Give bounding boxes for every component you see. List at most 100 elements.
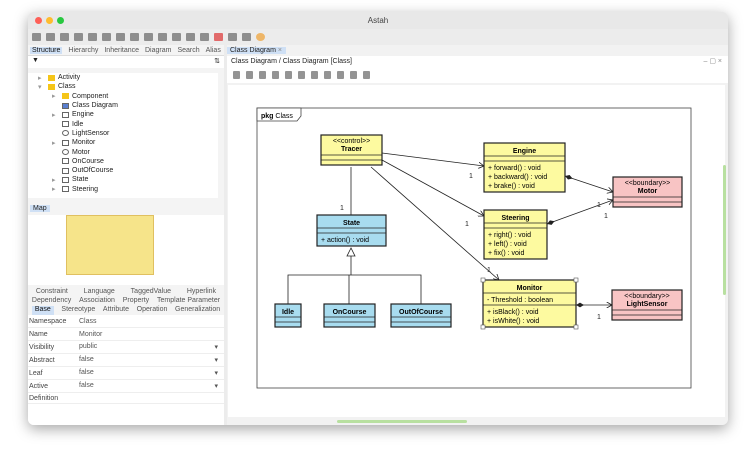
tree-item[interactable]: ▸ Steering	[28, 185, 218, 194]
prop-tab[interactable]: TaggedValue	[131, 288, 171, 297]
package-tool-icon[interactable]	[259, 71, 266, 79]
open-icon[interactable]	[46, 32, 55, 41]
abstract-select[interactable]: false ▾	[76, 356, 224, 364]
class-monitor[interactable]: Monitor - Threshold : boolean + isBlack() …	[480, 277, 579, 330]
image-tool-icon[interactable]	[350, 71, 357, 79]
align-tool-icon[interactable]	[363, 71, 370, 79]
undo-icon[interactable]	[74, 32, 83, 41]
interface-tool-icon[interactable]	[311, 71, 318, 79]
leaf-select[interactable]: false ▾	[76, 369, 224, 377]
expander-icon[interactable]: ▸	[52, 111, 59, 119]
prop-tab[interactable]: Constraint	[36, 288, 68, 297]
expander-icon[interactable]: ▸	[52, 176, 59, 184]
tree-item[interactable]: ▸ State	[28, 175, 218, 184]
name-field[interactable]: Monitor	[76, 331, 224, 338]
forward-icon[interactable]	[158, 32, 167, 41]
assoc-tracer-monitor[interactable]	[370, 166, 499, 280]
prop-tab[interactable]: Operation	[137, 306, 168, 315]
assoc-tracer-engine[interactable]	[381, 152, 484, 166]
class-motor[interactable]: <<boundary>>Motor	[612, 176, 683, 208]
layout-icon[interactable]	[186, 32, 195, 41]
map-viewport[interactable]	[66, 215, 154, 275]
sort-icon[interactable]: ⇅	[214, 57, 220, 65]
comp-engine-motor[interactable]	[564, 176, 613, 192]
tab-search[interactable]: Search	[177, 47, 199, 54]
tree-item[interactable]: ▸ Engine	[28, 110, 218, 119]
class-state[interactable]: State + action() : void	[316, 214, 387, 247]
prop-tab[interactable]: Hyperlink	[187, 288, 216, 297]
prop-tab[interactable]: Association	[79, 297, 115, 306]
definition-field[interactable]	[28, 404, 224, 425]
back-icon[interactable]	[144, 32, 153, 41]
tab-class-diagram[interactable]: Class Diagram ×	[227, 47, 286, 54]
tab-diagram[interactable]: Diagram	[145, 47, 171, 54]
expander-icon[interactable]: ▾	[38, 83, 45, 91]
prop-tab[interactable]: Base	[31, 306, 54, 315]
prop-tab[interactable]: Language	[84, 288, 115, 297]
zoom-fit-icon[interactable]	[130, 32, 139, 41]
class-tracer[interactable]: <<control>>Tracer	[320, 134, 383, 166]
active-select[interactable]: false ▾	[76, 382, 224, 390]
tree-item[interactable]: ▸ Component	[28, 92, 218, 101]
class-steering[interactable]: Steering + right() : void + left() : void +…	[483, 209, 548, 260]
tree-item[interactable]: ▸ Activity	[28, 73, 218, 82]
class-engine[interactable]: Engine + forward() : void + backward() : v…	[483, 142, 566, 193]
prop-tab[interactable]: Stereotype	[61, 306, 95, 315]
generalization-tool-icon[interactable]	[285, 71, 292, 79]
generalization-lines[interactable]	[287, 256, 422, 304]
class-outofcourse[interactable]: OutOfCourse	[390, 303, 452, 328]
diagram-canvas[interactable]: pkg Class 1 1 1 1 1 1 1 <<control>> Trace…	[228, 85, 725, 417]
class-oncourse[interactable]: OnCourse	[323, 303, 376, 328]
tree-item[interactable]: ▾ Class	[28, 82, 218, 91]
tree-item[interactable]: Class Diagram	[28, 101, 218, 110]
comp-steering-motor[interactable]	[546, 200, 613, 224]
class-tool-icon[interactable]	[246, 71, 253, 79]
window-controls[interactable]: – ▢ ×	[704, 56, 722, 67]
font-color-icon[interactable]	[214, 32, 223, 41]
class-idle[interactable]: Idle	[274, 303, 302, 328]
font-icon[interactable]	[228, 32, 237, 41]
dependency-tool-icon[interactable]	[298, 71, 305, 79]
expander-icon[interactable]: ▸	[38, 74, 45, 82]
diagram-map[interactable]	[28, 215, 224, 285]
close-window-button[interactable]	[35, 17, 42, 24]
prop-tab[interactable]: Attribute	[103, 306, 129, 315]
text-tool-icon[interactable]	[337, 71, 344, 79]
close-tab-icon[interactable]: ×	[278, 47, 282, 54]
prop-tab[interactable]: Template Parameter	[157, 297, 220, 306]
tab-structure[interactable]: Structure	[30, 46, 63, 54]
zoom-out-icon[interactable]	[116, 32, 125, 41]
horizontal-scrollbar[interactable]	[337, 420, 467, 423]
tree-item[interactable]: ▸ Monitor	[28, 138, 218, 147]
expander-icon[interactable]: ▸	[52, 185, 59, 193]
new-icon[interactable]	[32, 32, 41, 41]
assoc-tracer-steering[interactable]	[381, 159, 484, 216]
zoom-window-button[interactable]	[57, 17, 64, 24]
prop-tab[interactable]: Generalization	[175, 306, 220, 315]
selection-handle[interactable]	[573, 277, 579, 283]
tree-item[interactable]: OnCourse	[28, 157, 218, 166]
align-icon[interactable]	[172, 32, 181, 41]
visibility-select[interactable]: public ▾	[76, 343, 224, 351]
line-style-icon[interactable]	[242, 32, 251, 41]
minimize-window-button[interactable]	[46, 17, 53, 24]
tree-item[interactable]: LightSensor	[28, 129, 218, 138]
prop-tab[interactable]: Property	[123, 297, 149, 306]
tab-hierarchy[interactable]: Hierarchy	[68, 47, 98, 54]
tab-map[interactable]: Map	[30, 205, 50, 212]
zoom-in-icon[interactable]	[102, 32, 111, 41]
prop-tab[interactable]: Dependency	[32, 297, 71, 306]
save-icon[interactable]	[60, 32, 69, 41]
tree-item[interactable]: OutOfCourse	[28, 166, 218, 175]
tab-alias[interactable]: Alias	[206, 47, 221, 54]
select-tool-icon[interactable]	[233, 71, 240, 79]
selection-handle[interactable]	[480, 277, 486, 283]
tab-inheritance[interactable]: Inheritance	[104, 47, 139, 54]
tree-item[interactable]: Motor	[28, 147, 218, 156]
expander-icon[interactable]: ▸	[52, 92, 59, 100]
tree-item[interactable]: Idle	[28, 119, 218, 128]
class-lightsensor[interactable]: <<boundary>>LightSensor	[611, 289, 683, 321]
expander-icon[interactable]: ▸	[52, 139, 59, 147]
filter-icon[interactable]: ▼	[32, 57, 39, 64]
association-tool-icon[interactable]	[272, 71, 279, 79]
